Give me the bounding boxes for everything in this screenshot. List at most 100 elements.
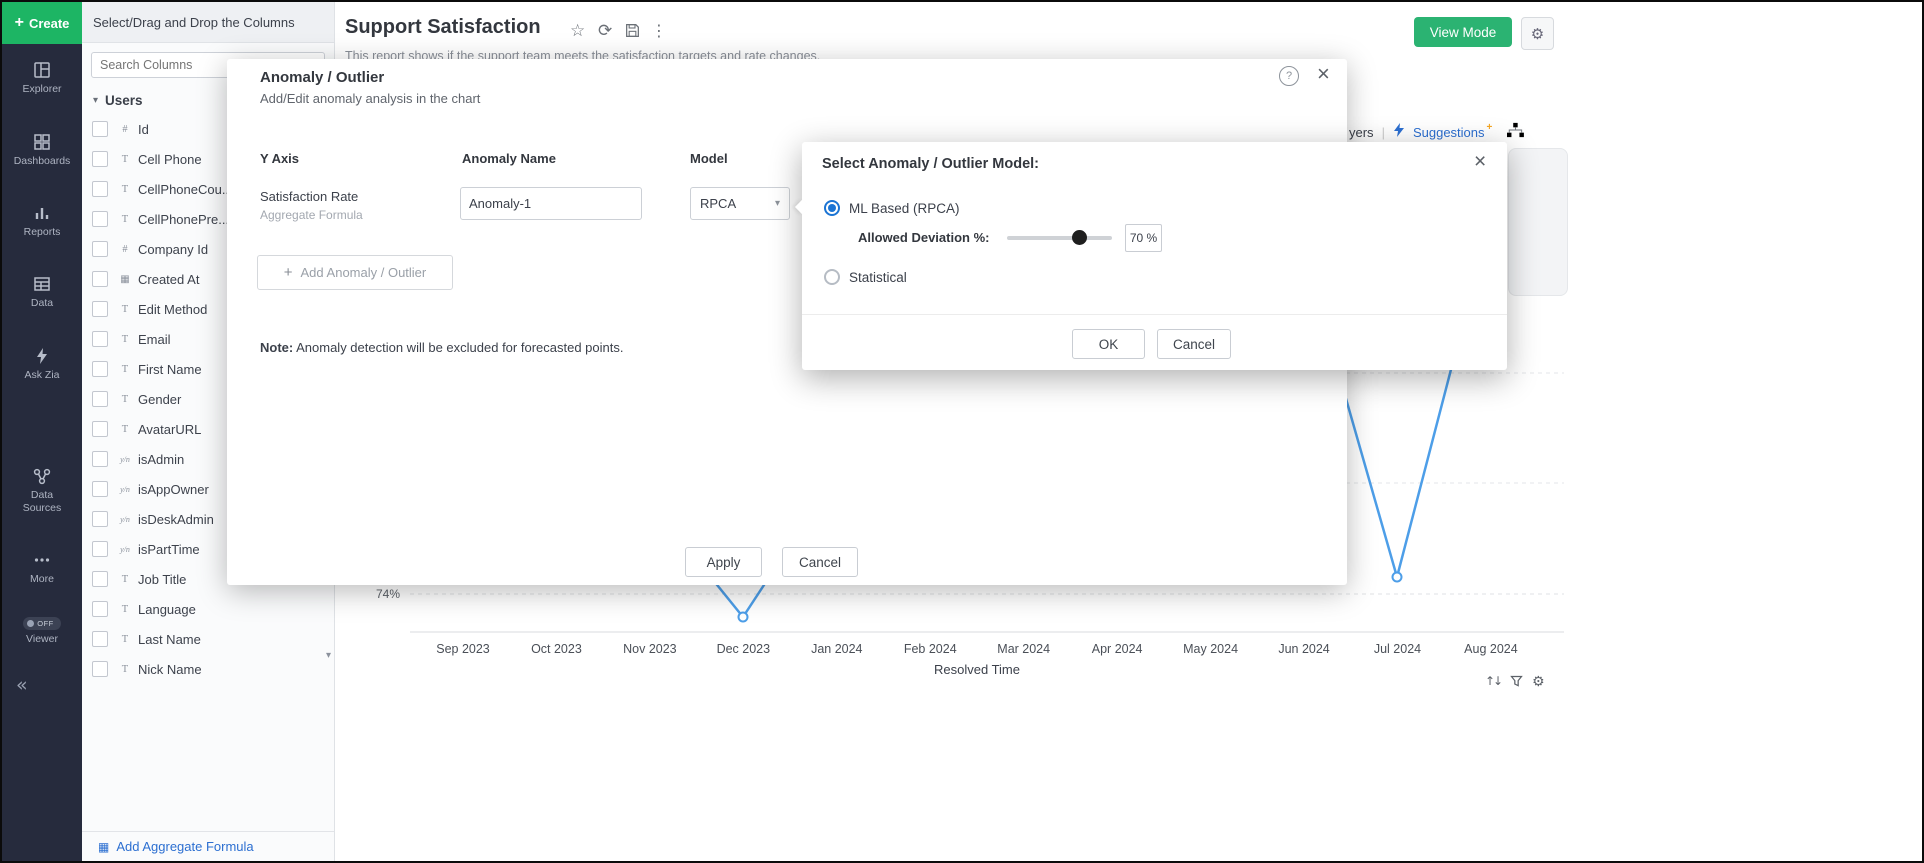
column-type-icon: T bbox=[116, 304, 134, 315]
checkbox[interactable] bbox=[92, 601, 108, 617]
sidebar-item-data-sources[interactable]: Data Sources bbox=[2, 466, 82, 515]
column-label: Last Name bbox=[138, 632, 201, 647]
layers-label-fragment[interactable]: yers bbox=[1349, 125, 1374, 140]
scroll-down-icon[interactable]: ▾ bbox=[326, 650, 331, 661]
deviation-value-box[interactable]: 70 % bbox=[1125, 224, 1162, 252]
x-tick-label: Sep 2023 bbox=[418, 642, 508, 656]
checkbox[interactable] bbox=[92, 421, 108, 437]
sidebar-item-dashboards[interactable]: Dashboards bbox=[2, 132, 82, 168]
x-tick-label: Jun 2024 bbox=[1259, 642, 1349, 656]
statistical-radio[interactable] bbox=[824, 269, 840, 285]
column-label: Email bbox=[138, 332, 171, 347]
column-label: Language bbox=[138, 602, 196, 617]
more-options-kebab-icon[interactable]: ⋮ bbox=[651, 21, 667, 40]
column-item-nick-name[interactable]: TNick Name bbox=[82, 654, 322, 684]
column-type-icon: ▦ bbox=[116, 274, 134, 285]
view-mode-button[interactable]: View Mode bbox=[1414, 17, 1512, 47]
app-window: 74% Sep 2023Oct 2023Nov 2023Dec 2023Jan … bbox=[0, 0, 1924, 863]
checkbox[interactable] bbox=[92, 301, 108, 317]
allowed-deviation-label: Allowed Deviation %: bbox=[858, 230, 989, 245]
deviation-slider-handle[interactable] bbox=[1072, 230, 1087, 245]
column-label: AvatarURL bbox=[138, 422, 201, 437]
settings-gear-icon[interactable]: ⚙ bbox=[1521, 17, 1554, 50]
sidebar-item-more[interactable]: More bbox=[2, 550, 82, 586]
checkbox[interactable] bbox=[92, 271, 108, 287]
anomaly-name-input[interactable] bbox=[460, 187, 642, 220]
deviation-slider-track[interactable] bbox=[1007, 236, 1112, 240]
checkbox[interactable] bbox=[92, 331, 108, 347]
column-item-last-name[interactable]: TLast Name bbox=[82, 624, 322, 654]
model-dropdown[interactable]: RPCA ▾ bbox=[690, 187, 790, 220]
suggestions-new-badge-icon: + bbox=[1487, 122, 1493, 133]
checkbox[interactable] bbox=[92, 211, 108, 227]
help-icon[interactable]: ? bbox=[1279, 66, 1299, 86]
sidebar-item-reports[interactable]: Reports bbox=[2, 203, 82, 239]
checkbox[interactable] bbox=[92, 241, 108, 257]
checkbox[interactable] bbox=[92, 511, 108, 527]
save-icon[interactable] bbox=[625, 23, 640, 43]
dashboards-icon bbox=[32, 132, 52, 152]
sidebar-item-viewer[interactable]: OFF Viewer bbox=[2, 614, 82, 646]
popover-cancel-button[interactable]: Cancel bbox=[1157, 329, 1231, 359]
checkbox[interactable] bbox=[92, 451, 108, 467]
checkbox[interactable] bbox=[92, 361, 108, 377]
page-title: Support Satisfaction bbox=[345, 16, 541, 39]
explorer-icon bbox=[32, 60, 52, 80]
plus-icon: + bbox=[284, 264, 293, 281]
checkbox[interactable] bbox=[92, 121, 108, 137]
cancel-button[interactable]: Cancel bbox=[782, 547, 858, 577]
columns-panel-header: Select/Drag and Drop the Columns bbox=[82, 2, 334, 43]
sidebar-item-ask-zia[interactable]: Ask Zia bbox=[2, 346, 82, 382]
checkbox[interactable] bbox=[92, 571, 108, 587]
add-aggregate-formula-link[interactable]: ▦ Add Aggregate Formula bbox=[82, 831, 334, 861]
collapse-sidebar-icon[interactable]: « bbox=[16, 674, 28, 696]
column-type-icon: # bbox=[116, 124, 134, 135]
popover-title: Select Anomaly / Outlier Model: bbox=[822, 156, 1039, 172]
column-type-icon: T bbox=[116, 154, 134, 165]
checkbox[interactable] bbox=[92, 151, 108, 167]
model-column-header: Model bbox=[690, 151, 728, 166]
sort-icon[interactable]: ↑↓ bbox=[1485, 674, 1501, 688]
checkbox[interactable] bbox=[92, 181, 108, 197]
create-button[interactable]: + Create bbox=[2, 2, 82, 44]
checkbox[interactable] bbox=[92, 391, 108, 407]
filter-icon[interactable] bbox=[1509, 674, 1524, 692]
close-icon[interactable]: × bbox=[1474, 150, 1486, 174]
column-type-icon: y/n bbox=[116, 455, 134, 464]
statistical-label: Statistical bbox=[849, 270, 907, 285]
suggestions-link[interactable]: Suggestions bbox=[1413, 125, 1485, 140]
column-type-icon: T bbox=[116, 184, 134, 195]
ok-button[interactable]: OK bbox=[1072, 329, 1145, 359]
add-anomaly-button[interactable]: + Add Anomaly / Outlier bbox=[257, 255, 453, 290]
more-dots-icon bbox=[32, 550, 52, 570]
collapsed-right-panel[interactable] bbox=[1508, 148, 1568, 296]
y-axis-field-subtitle: Aggregate Formula bbox=[260, 208, 363, 222]
checkbox[interactable] bbox=[92, 541, 108, 557]
aggregate-formula-icon: ▦ bbox=[98, 840, 109, 854]
sidebar-item-explorer[interactable]: Explorer bbox=[2, 60, 82, 96]
checkbox[interactable] bbox=[92, 481, 108, 497]
column-type-icon: T bbox=[116, 424, 134, 435]
select-model-popover: Select Anomaly / Outlier Model: × ML Bas… bbox=[802, 142, 1507, 370]
column-type-icon: T bbox=[116, 664, 134, 675]
users-group-toggle[interactable]: ▾ Users bbox=[93, 93, 143, 108]
ml-based-radio[interactable] bbox=[824, 200, 840, 216]
favorite-star-icon[interactable]: ☆ bbox=[570, 21, 585, 41]
chart-settings-gear-icon[interactable]: ⚙ bbox=[1532, 674, 1545, 690]
x-tick-label: Jan 2024 bbox=[792, 642, 882, 656]
close-icon[interactable]: × bbox=[1317, 61, 1330, 87]
viewer-off-toggle[interactable]: OFF bbox=[23, 617, 61, 630]
apply-button[interactable]: Apply bbox=[685, 547, 762, 577]
sidebar-item-data[interactable]: Data bbox=[2, 274, 82, 310]
refresh-icon[interactable]: ⟳ bbox=[598, 21, 612, 41]
column-type-icon: T bbox=[116, 364, 134, 375]
checkbox[interactable] bbox=[92, 631, 108, 647]
checkbox[interactable] bbox=[92, 661, 108, 677]
y-axis-field-name: Satisfaction Rate bbox=[260, 189, 358, 204]
chart-type-hierarchy-icon[interactable] bbox=[1506, 122, 1524, 143]
column-label: Created At bbox=[138, 272, 199, 287]
column-item-language[interactable]: TLanguage bbox=[82, 594, 322, 624]
column-label: isPartTime bbox=[138, 542, 200, 557]
column-type-icon: y/n bbox=[116, 545, 134, 554]
x-tick-label: May 2024 bbox=[1166, 642, 1256, 656]
